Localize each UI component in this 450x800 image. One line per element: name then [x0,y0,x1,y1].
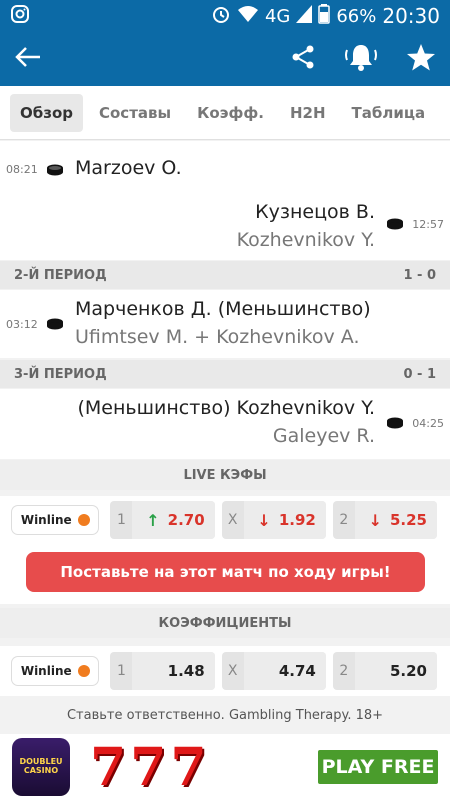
event-time: 12:57 [412,218,444,231]
odds-row: Winline 1 1.48 X 4.74 2 5.20 [0,646,450,696]
period-score: 1 - 0 [403,267,436,283]
event-row: (Меньшинство) Kozhevnikov Y. Galeyev R. … [0,389,450,459]
event-row: 03:12 Марченков Д. (Меньшинство) Ufimtse… [0,290,450,358]
odds-key: X [227,512,238,528]
tab-lineups[interactable]: Составы [89,94,181,132]
event-assist: Kozhevnikov Y. [236,229,375,251]
puck-icon [47,164,63,176]
battery-icon [318,3,331,29]
odds-value: 1.92 [278,511,316,529]
live-odds-header: LIVE КЭФЫ [0,460,450,490]
battery-level: 66% [336,5,377,27]
event-scorer: (Меньшинство) Kozhevnikov Y. [77,397,376,419]
period-label: 3-Й ПЕРИОД [14,366,107,382]
odds-home-button[interactable]: 1 ↑ 2.70 [110,501,215,539]
odds-away-button[interactable]: 2 ↓ 5.25 [332,501,437,539]
odds-key: X [227,663,238,679]
app-bar [0,32,450,86]
bet-live-button[interactable]: Поставьте на этот матч по ходу игры! [26,552,425,592]
odds-value: 1.48 [132,652,215,690]
odds-key: 2 [339,512,349,528]
clock: 20:30 [382,4,440,28]
odds-away-button[interactable]: 2 5.20 [332,652,437,690]
bookmaker-name: Winline [20,513,72,527]
bookmaker-logo[interactable]: Winline [12,657,99,685]
tab-overview[interactable]: Обзор [10,93,83,132]
tab-table[interactable]: Таблица [342,94,436,132]
odds-header: КОЭФФИЦИЕНТЫ [0,608,450,638]
signal-icon [296,4,313,28]
instagram-icon [10,4,30,29]
wifi-icon [237,5,259,28]
bookmaker-dot-icon [77,665,90,677]
event-time: 08:21 [6,163,38,176]
odds-key: 1 [117,512,126,528]
bell-icon[interactable] [344,42,378,76]
arrow-down-icon: ↓ [368,510,382,530]
period-score: 0 - 1 [403,366,436,382]
event-assist: Ufimtsev M. + Kozhevnikov A. [75,326,360,348]
event-row: 08:21 Marzoev O. [0,141,450,195]
network-label: 4G [264,5,291,27]
puck-icon [387,218,403,230]
odds-key: 1 [117,663,126,679]
arrow-up-icon: ↑ [146,510,160,530]
arrow-down-icon: ↓ [257,510,271,530]
bookmaker-name: Winline [20,664,72,678]
play-free-button[interactable]: PLAY FREE [318,750,438,784]
puck-icon [47,318,63,330]
tab-h2h[interactable]: H2H [280,94,336,132]
ad-banner[interactable]: DOUBLEU CASINO 777 PLAY FREE [0,734,450,800]
casino-logo: DOUBLEU CASINO [12,738,70,796]
event-scorer: Marzoev O. [75,157,182,179]
odds-value: 2.70 [167,511,205,529]
odds-draw-button[interactable]: X 4.74 [221,652,326,690]
event-assist: Galeyev R. [272,425,375,447]
event-time: 04:25 [412,417,444,430]
event-scorer: Кузнецов В. [255,201,375,223]
period-header: 2-Й ПЕРИОД 1 - 0 [0,261,450,289]
event-row: Кузнецов В. Kozhevnikov Y. 12:57 [0,195,450,260]
odds-draw-button[interactable]: X ↓ 1.92 [221,501,326,539]
period-header: 3-Й ПЕРИОД 0 - 1 [0,360,450,388]
odds-home-button[interactable]: 1 1.48 [110,652,215,690]
tab-odds[interactable]: Коэфф. [187,94,274,132]
event-scorer: Марченков Д. (Меньшинство) [75,298,371,320]
event-time: 03:12 [6,318,38,331]
odds-value: 4.74 [243,652,326,690]
ad-sevens: 777 [90,736,211,798]
alarm-icon [211,4,231,29]
puck-icon [387,417,403,429]
period-label: 2-Й ПЕРИОД [14,267,107,283]
tab-bar: Обзор Составы Коэфф. H2H Таблица [0,86,450,140]
responsible-gambling-text: Ставьте ответственно. Gambling Therapy. … [66,708,384,723]
star-icon[interactable] [406,43,436,75]
status-bar: 4G 66% 20:30 [0,0,450,32]
back-arrow-icon[interactable] [14,45,42,73]
share-icon[interactable] [290,44,316,74]
odds-value: 5.20 [354,652,437,690]
odds-value: 5.25 [389,511,427,529]
bookmaker-logo[interactable]: Winline [12,506,99,534]
bookmaker-dot-icon [77,514,90,526]
live-odds-row: Winline 1 ↑ 2.70 X ↓ 1.92 2 ↓ 5.25 [0,496,450,544]
odds-key: 2 [339,663,349,679]
